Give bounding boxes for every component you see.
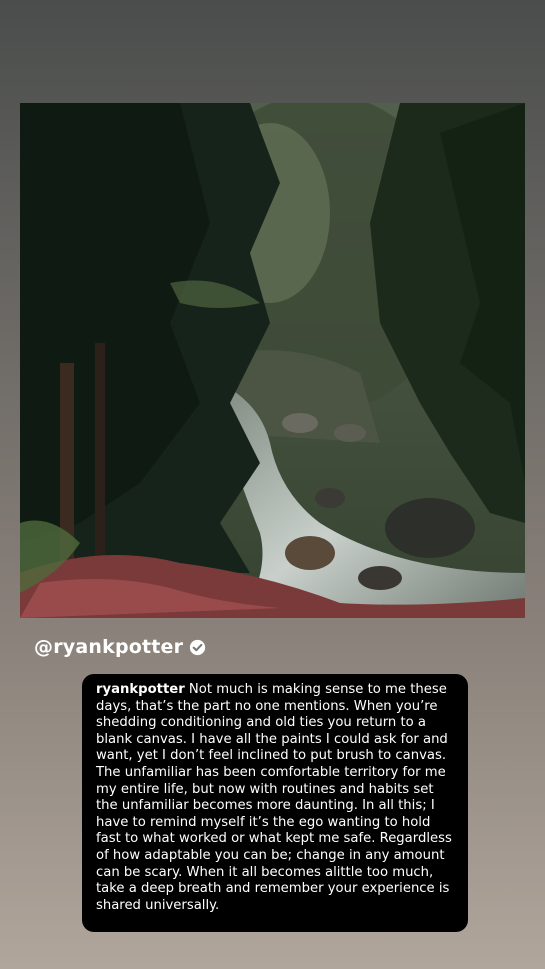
forest-stream-photo [20, 103, 525, 618]
caption-sticker: ryankpotter Not much is making sense to … [82, 674, 468, 932]
caption-text: Not much is making sense to me these day… [96, 682, 452, 913]
verified-badge-icon [190, 639, 206, 655]
story-photo [20, 103, 525, 618]
story-author[interactable]: @ryankpotter [34, 636, 206, 658]
author-handle[interactable]: @ryankpotter [34, 636, 183, 658]
caption-username: ryankpotter [96, 682, 185, 697]
